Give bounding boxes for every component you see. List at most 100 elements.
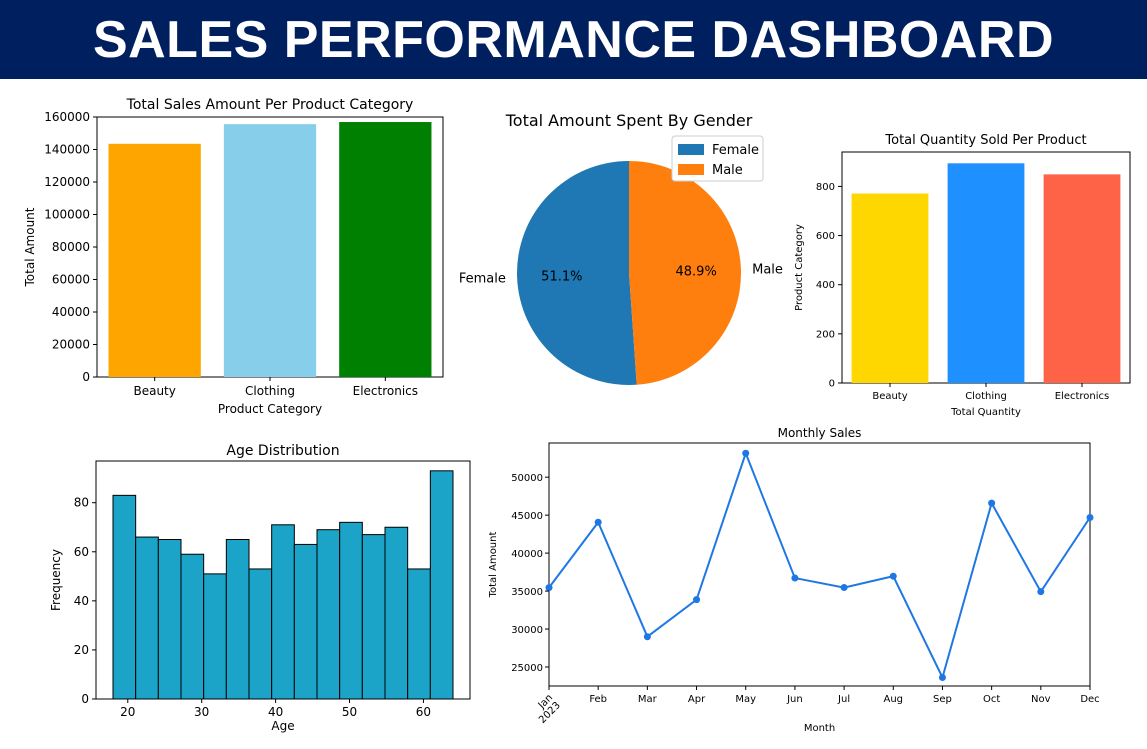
data-point [545, 584, 553, 592]
x-tick-label: Dec [1080, 694, 1099, 705]
y-axis-label: Product Category [794, 224, 805, 311]
y-tick-label: 20 [74, 643, 89, 657]
y-tick-label: 200 [816, 329, 835, 340]
dashboard-title: SALES PERFORMANCE DASHBOARD [92, 10, 1055, 69]
histogram-bar [293, 543, 318, 700]
y-tick-label: 0 [82, 370, 90, 384]
x-tick-label: Beauty [872, 391, 907, 402]
bar [223, 124, 317, 377]
y-tick-label: 25000 [511, 663, 543, 674]
monthly-sales-chart: Monthly Sales Jan2023 Feb Mar Apr May Jun Jul Au… [488, 426, 1100, 734]
y-tick-label: 30000 [511, 625, 543, 636]
x-tick-label: 30 [194, 705, 209, 719]
y-tick-label: 40 [74, 594, 89, 608]
bar [947, 163, 1025, 383]
data-point [693, 596, 701, 604]
data-point [840, 584, 848, 592]
legend-label: Female [712, 143, 759, 158]
chart-title: Total Sales Amount Per Product Category [126, 97, 414, 113]
histogram-bar [271, 524, 295, 700]
age-distribution-chart: Age Distribution 20 30 40 50 60 0 20 40 60 80 Age Fr… [49, 443, 471, 733]
data-point [1086, 513, 1094, 521]
data-point [938, 673, 946, 681]
y-tick-label: 80 [74, 496, 89, 510]
histogram-bar [339, 521, 363, 700]
y-tick-label: 40000 [52, 305, 90, 319]
data-point [1037, 588, 1045, 596]
pie-slice-label: Female [459, 271, 506, 286]
data-point [742, 449, 750, 457]
bar [339, 122, 432, 377]
histogram-bar [225, 539, 250, 700]
legend-label: Male [712, 163, 743, 178]
x-tick-label: Apr [688, 694, 706, 705]
y-tick-label: 400 [816, 280, 835, 291]
y-tick-label: 140000 [44, 143, 90, 157]
histogram-bar [407, 568, 431, 700]
gender-pie-chart: Total Amount Spent By Gender 51.1% Female 4… [459, 111, 783, 385]
x-tick-label: 60 [416, 705, 431, 719]
chart-title: Total Amount Spent By Gender [505, 111, 753, 130]
legend-swatch [678, 164, 704, 175]
y-axis-label: Total Amount [488, 532, 499, 599]
histogram-bar [248, 568, 273, 700]
x-tick-label: 50 [342, 705, 357, 719]
y-tick-label: 0 [829, 379, 835, 390]
bar [851, 193, 929, 383]
histogram-bar [429, 470, 454, 700]
x-tick-label: Clothing [245, 384, 295, 398]
histogram-bar [203, 573, 227, 700]
y-tick-label: 800 [816, 182, 835, 193]
plot-frame [548, 442, 1091, 687]
x-tick-label: Feb [589, 694, 607, 705]
chart-title: Total Quantity Sold Per Product [884, 133, 1086, 148]
x-tick-label: Sep [933, 694, 952, 705]
histogram-bar [112, 494, 137, 700]
bar [1043, 174, 1121, 383]
chart-title: Monthly Sales [778, 426, 862, 440]
sales-by-category-chart: Total Sales Amount Per Product Category B… [23, 97, 444, 416]
x-tick-label: May [735, 694, 756, 705]
y-tick-label: 60 [74, 545, 89, 559]
y-tick-label: 100000 [44, 208, 90, 222]
quantity-by-product-chart: Total Quantity Sold Per Product Beauty Clo… [794, 133, 1131, 418]
x-tick-label: Electronics [353, 384, 418, 398]
data-point [643, 633, 651, 641]
x-axis-label: Product Category [218, 402, 322, 416]
histogram-bar [384, 526, 409, 700]
histogram-bar [361, 534, 386, 700]
x-axis-label: Total Quantity [950, 407, 1021, 418]
y-tick-label: 80000 [52, 240, 90, 254]
pie-percent-label: 48.9% [676, 265, 717, 280]
x-tick-label: Aug [884, 694, 904, 705]
y-tick-label: 0 [81, 692, 89, 706]
pie-percent-label: 51.1% [541, 269, 582, 284]
histogram-bar [157, 539, 182, 700]
data-point [988, 499, 996, 507]
x-tick-label: Electronics [1055, 391, 1110, 402]
x-tick-label: Nov [1031, 694, 1051, 705]
x-tick-label: Oct [983, 694, 1000, 705]
y-tick-label: 160000 [44, 110, 90, 124]
x-tick-label: Mar [638, 694, 658, 705]
data-point [594, 518, 602, 526]
x-tick-label: 20 [120, 705, 135, 719]
x-axis-label: Age [271, 719, 294, 733]
x-tick-label: Beauty [133, 384, 175, 398]
x-tick-label: Jun [786, 694, 803, 705]
chart-title: Age Distribution [226, 443, 339, 459]
series-line [548, 450, 1091, 681]
histogram-bar [316, 529, 341, 700]
histogram-bar [135, 536, 159, 700]
y-tick-label: 45000 [511, 511, 543, 522]
pie-slice-label: Male [752, 263, 783, 278]
data-point [791, 574, 799, 582]
y-tick-label: 40000 [511, 549, 543, 560]
histogram-bar [180, 553, 205, 700]
x-tick-label: Jan2023 [529, 692, 563, 726]
y-tick-label: 600 [816, 231, 835, 242]
x-tick-label: Clothing [965, 391, 1007, 402]
x-tick-label: Jul [837, 694, 850, 705]
y-axis-label: Frequency [49, 549, 63, 611]
legend-swatch [678, 144, 704, 155]
